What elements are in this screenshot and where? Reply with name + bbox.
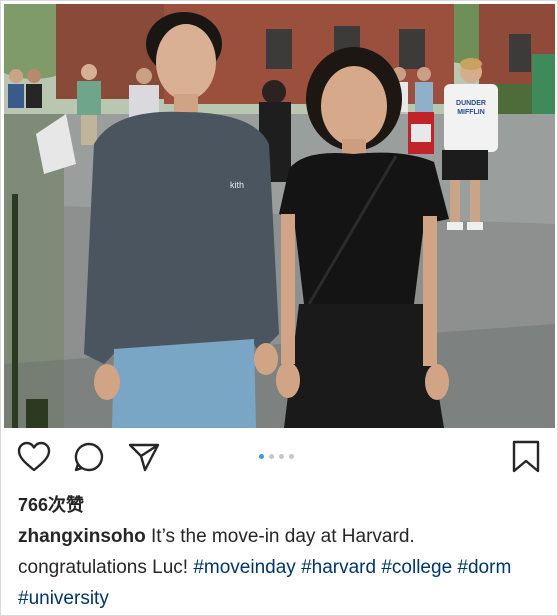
carousel-dot: [259, 454, 264, 459]
post-caption: zhangxinsoho It’s the move-in day at Har…: [18, 521, 538, 614]
save-button[interactable]: [506, 437, 546, 477]
comment-button[interactable]: [69, 437, 109, 477]
instagram-post: DUNDER MIFFLIN kith 766次赞 zhangxinsoho I…: [0, 0, 558, 616]
heart-icon: [17, 441, 51, 472]
comment-bubble-icon: [74, 442, 104, 472]
carousel-indicator: [259, 454, 294, 459]
photo-illustration: DUNDER MIFFLIN kith: [4, 4, 555, 428]
hashtag-link[interactable]: #harvard: [301, 557, 376, 578]
hashtag-link[interactable]: #dorm: [457, 557, 511, 578]
bookmark-icon: [512, 440, 540, 473]
carousel-dot: [279, 454, 284, 459]
like-button[interactable]: [14, 437, 54, 477]
carousel-dot: [269, 454, 274, 459]
hashtag-link[interactable]: #college: [381, 557, 452, 578]
hashtag-link[interactable]: #university: [18, 588, 109, 609]
shirt-logo: kith: [230, 180, 244, 190]
shirt-print-line2: MIFFLIN: [457, 109, 485, 116]
post-actions-bar: [1, 437, 557, 483]
carousel-dot: [289, 454, 294, 459]
post-photo[interactable]: DUNDER MIFFLIN kith: [4, 4, 555, 428]
likes-count[interactable]: 766次赞: [18, 491, 84, 517]
shirt-print-line1: DUNDER: [456, 100, 486, 107]
paper-plane-icon: [128, 443, 160, 472]
hashtag-link[interactable]: #moveinday: [193, 557, 295, 578]
username-link[interactable]: zhangxinsoho: [18, 526, 146, 547]
share-button[interactable]: [124, 437, 164, 477]
